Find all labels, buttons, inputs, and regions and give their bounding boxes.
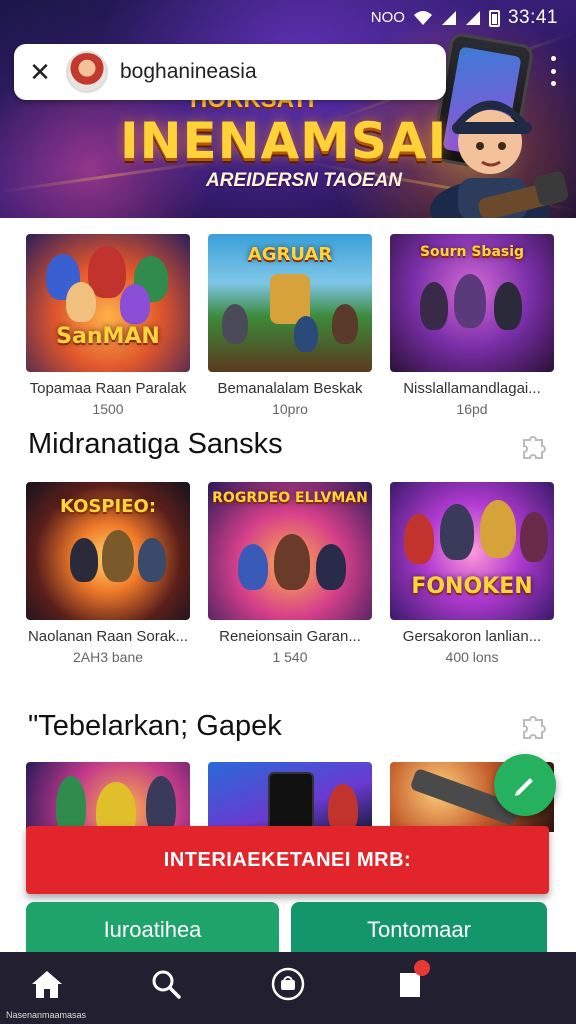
game-row-2: KOSPIEO: Naolanan Raan Sorak... 2AH3 ban… — [26, 482, 554, 665]
site-avatar — [66, 51, 108, 93]
game-meta: 1500 — [92, 401, 124, 417]
game-meta: 400 lons — [445, 649, 499, 665]
wifi-icon — [413, 11, 432, 25]
status-bar: NOO 33:41 — [0, 0, 576, 36]
browser-url-bar[interactable]: ✕ boghanineasia — [14, 44, 446, 100]
game-thumbnail[interactable] — [26, 762, 190, 832]
cta-button[interactable]: INTERIAEKETANEI MRB: — [26, 826, 549, 894]
game-thumbnail[interactable]: FONOKEN — [390, 482, 554, 620]
network-text: NOO — [370, 9, 405, 26]
game-card[interactable]: SanMAN Topamaa Raan Paralak 1500 — [26, 234, 190, 417]
game-title[interactable]: Nisslallamandlagai... — [390, 380, 554, 397]
bottom-nav: Nasenanmaamasas — [0, 952, 576, 1024]
game-title[interactable]: Naolanan Raan Sorak... — [26, 628, 190, 645]
game-card[interactable]: Sourn Sbasig Nisslallamandlagai... 16pd — [390, 234, 554, 417]
search-icon[interactable] — [146, 964, 186, 1004]
share-fab-button[interactable] — [494, 754, 556, 816]
game-title[interactable]: Reneionsain Garan... — [208, 628, 372, 645]
thumb-label: ROGRDEO ELLVMAN — [212, 490, 368, 506]
puzzle-icon[interactable] — [518, 430, 548, 460]
thumb-label: FONOKEN — [411, 574, 533, 599]
game-thumbnail[interactable]: SanMAN — [26, 234, 190, 372]
game-card[interactable]: AGRUAR Bemanalalam Beskak 10pro — [208, 234, 372, 417]
game-thumbnail[interactable]: Sourn Sbasig — [390, 234, 554, 372]
game-thumbnail[interactable]: AGRUAR — [208, 234, 372, 372]
signal-icon — [441, 11, 456, 25]
status-time: 33:41 — [507, 7, 558, 28]
battery-icon — [488, 9, 500, 27]
game-thumbnail[interactable] — [208, 762, 372, 832]
section-title: Midranatiga Sansks — [28, 428, 283, 460]
hero-banner[interactable]: HORKSAYI INENAMSAI AREIDERSN TAOEAN NOO … — [0, 0, 576, 218]
signal-icon-2 — [465, 11, 480, 25]
close-icon[interactable]: ✕ — [14, 44, 66, 100]
game-card[interactable] — [208, 762, 372, 832]
game-row-3 — [26, 762, 554, 832]
hero-title: INENAMSAI — [120, 112, 448, 170]
game-row-1: SanMAN Topamaa Raan Paralak 1500 AGRUAR … — [26, 234, 554, 417]
game-card[interactable]: FONOKEN Gersakoron lanlian... 400 lons — [390, 482, 554, 665]
secondary-right-button[interactable]: Tontomaar — [291, 902, 547, 958]
game-card[interactable]: KOSPIEO: Naolanan Raan Sorak... 2AH3 ban… — [26, 482, 190, 665]
url-text[interactable]: boghanineasia — [120, 60, 257, 84]
game-thumbnail[interactable]: ROGRDEO ELLVMAN — [208, 482, 372, 620]
game-title[interactable]: Topamaa Raan Paralak — [26, 380, 190, 397]
game-card[interactable] — [26, 762, 190, 832]
edit-icon — [515, 778, 533, 796]
game-meta: 1 540 — [272, 649, 308, 665]
game-title[interactable]: Bemanalalam Beskak — [208, 380, 372, 397]
thumb-label: Sourn Sbasig — [419, 244, 525, 260]
notification-icon[interactable] — [390, 960, 430, 1004]
puzzle-icon[interactable] — [518, 710, 548, 740]
section-title: "Tebelarkan; Gapek — [28, 710, 282, 742]
game-card[interactable]: ROGRDEO ELLVMAN Reneionsain Garan... 1 5… — [208, 482, 372, 665]
more-vert-icon[interactable] — [546, 56, 560, 86]
thumb-label: KOSPIEO: — [59, 496, 157, 517]
thumb-label: SanMAN — [56, 324, 160, 349]
thumb-label: AGRUAR — [247, 244, 333, 265]
store-icon[interactable] — [268, 964, 308, 1004]
notification-badge — [414, 960, 430, 976]
hero-subtitle: AREIDERSN TAOEAN — [206, 170, 402, 191]
secondary-left-button[interactable]: Iuroatihea — [26, 902, 279, 958]
game-meta: 10pro — [272, 401, 308, 417]
home-icon[interactable] — [27, 964, 67, 1004]
game-meta: 16pd — [456, 401, 488, 417]
game-thumbnail[interactable]: KOSPIEO: — [26, 482, 190, 620]
game-title[interactable]: Gersakoron lanlian... — [390, 628, 554, 645]
game-meta: 2AH3 bane — [72, 649, 144, 665]
home-label: Nasenanmaamasas — [6, 1010, 87, 1020]
